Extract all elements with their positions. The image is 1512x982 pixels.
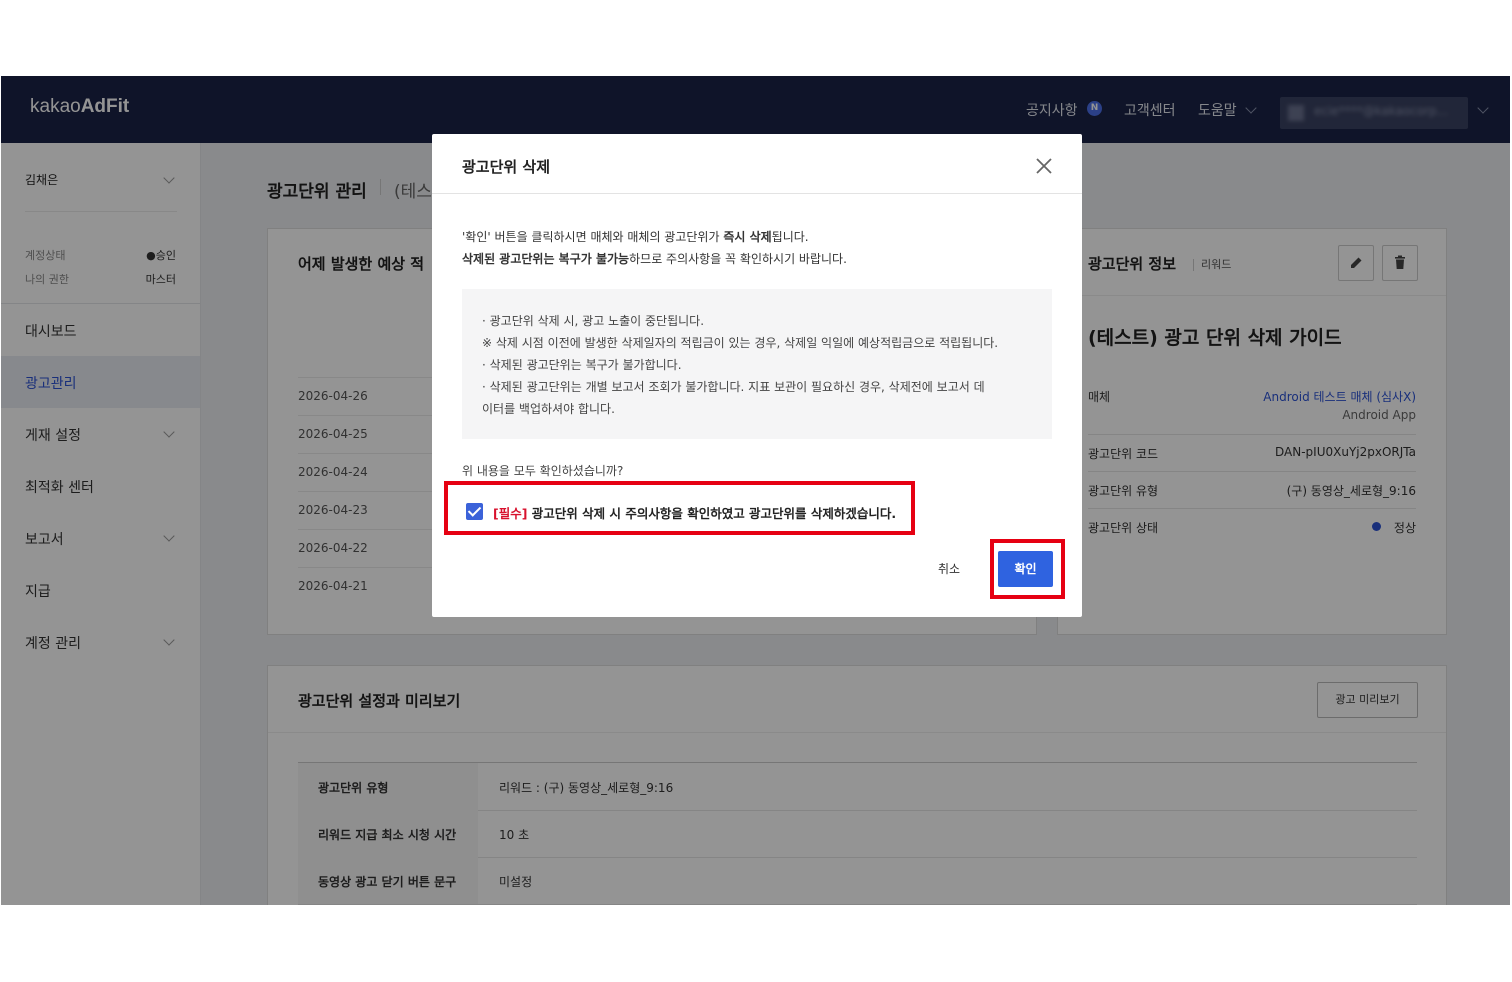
dialog-description-1: '확인' 버튼을 클릭하시면 매체와 매체의 광고단위가 즉시 삭제됩니다. bbox=[462, 230, 809, 244]
delete-ad-unit-dialog: 광고단위 삭제 '확인' 버튼을 클릭하시면 매체와 매체의 광고단위가 즉시 … bbox=[432, 134, 1082, 617]
dialog-title: 광고단위 삭제 bbox=[462, 158, 551, 176]
app-window: kakaoAdFit 공지사항 N 고객센터 도움말 ecie****@kaka… bbox=[1, 76, 1510, 905]
notice-line: · 삭제된 광고단위는 복구가 불가합니다. bbox=[482, 358, 682, 372]
agreement-checkbox-highlight: [필수] 광고단위 삭제 시 주의사항을 확인하였고 광고단위를 삭제하겠습니다… bbox=[444, 481, 915, 535]
close-icon bbox=[1036, 158, 1052, 174]
confirm-button-highlight: 확인 bbox=[990, 539, 1065, 599]
dialog-description-2: 삭제된 광고단위는 복구가 불가능하므로 주의사항을 꼭 확인하시기 바랍니다. bbox=[462, 252, 847, 266]
divider bbox=[432, 193, 1082, 194]
agreement-checkbox-label[interactable]: [필수] 광고단위 삭제 시 주의사항을 확인하였고 광고단위를 삭제하겠습니다… bbox=[493, 503, 896, 522]
required-tag: [필수] bbox=[493, 506, 528, 521]
notice-line: 이터를 백업하셔야 합니다. bbox=[482, 402, 615, 416]
confirm-button[interactable]: 확인 bbox=[998, 551, 1053, 587]
notice-line: · 삭제된 광고단위는 개별 보고서 조회가 불가합니다. 지표 보관이 필요하… bbox=[482, 380, 985, 394]
notice-line: · 광고단위 삭제 시, 광고 노출이 중단됩니다. bbox=[482, 314, 705, 328]
cancel-button[interactable]: 취소 bbox=[938, 560, 960, 577]
notice-box: · 광고단위 삭제 시, 광고 노출이 중단됩니다. ※ 삭제 시점 이전에 발… bbox=[462, 289, 1052, 439]
close-button[interactable] bbox=[1032, 154, 1056, 178]
agreement-checkbox[interactable] bbox=[466, 503, 483, 520]
agreement-text: 광고단위 삭제 시 주의사항을 확인하였고 광고단위를 삭제하겠습니다. bbox=[527, 506, 897, 521]
notice-line: ※ 삭제 시점 이전에 발생한 삭제일자의 적립금이 있는 경우, 삭제일 익일… bbox=[482, 336, 999, 350]
confirm-question: 위 내용을 모두 확인하셨습니까? bbox=[462, 464, 624, 478]
